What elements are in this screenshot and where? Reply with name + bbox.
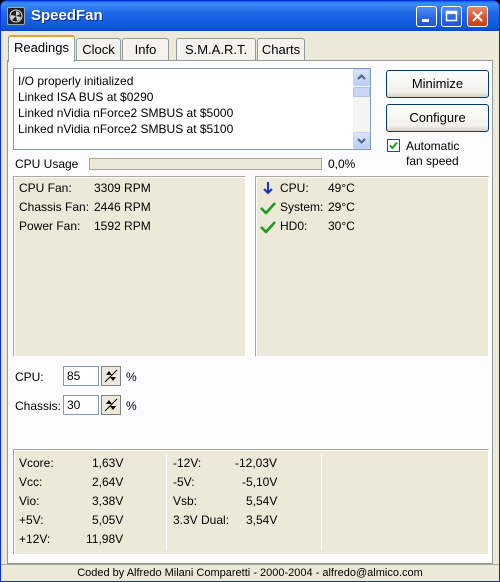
- temperatures-panel: CPU: 49°C System: 29°C HD0: 30°C: [255, 176, 489, 357]
- cpu-usage-progress-bar: [89, 158, 322, 170]
- log-line: Linked ISA BUS at $0290: [18, 90, 154, 104]
- tab-readings[interactable]: Readings: [8, 35, 75, 62]
- voltages-panel: Vcore: 1,63V Vcc: 2,64V Vio: 3,38V +5V: …: [13, 449, 489, 555]
- voltage-name: +5V:: [19, 513, 44, 527]
- voltage-name: -5V:: [173, 475, 195, 489]
- chevron-down-icon: [357, 138, 366, 144]
- automatic-fan-speed-checkbox[interactable]: [387, 139, 400, 152]
- log-line: Linked nVidia nForce2 SMBUS at $5000: [18, 106, 234, 120]
- voltage-value: -12,03V: [235, 456, 278, 470]
- voltage-name: -12V:: [173, 456, 202, 470]
- voltage-value: -5,10V: [242, 475, 278, 489]
- cpu-speed-input[interactable]: [63, 366, 99, 386]
- scroll-up-button[interactable]: [353, 69, 370, 86]
- voltage-name: Vio:: [19, 494, 40, 508]
- automatic-fan-speed-label-2: fan speed: [406, 154, 459, 168]
- check-icon: [260, 202, 276, 215]
- voltage-value: 3,54V: [246, 513, 278, 527]
- window-title: SpeedFan: [31, 7, 103, 24]
- tab-info[interactable]: Info: [122, 38, 169, 60]
- cpu-speed-label: CPU:: [15, 370, 44, 384]
- tab-label: Clock: [82, 42, 115, 57]
- speedfan-app-icon[interactable]: [7, 7, 25, 25]
- cpu-usage-value: 0,0%: [328, 157, 356, 171]
- fan-value: 2446 RPM: [94, 200, 151, 214]
- log-line: I/O properly initialized: [18, 74, 134, 88]
- temp-name: CPU:: [280, 181, 309, 195]
- minimize-button[interactable]: Minimize: [386, 70, 489, 98]
- cpu-speed-spinner[interactable]: [101, 366, 121, 386]
- fan-value: 3309 RPM: [94, 181, 151, 195]
- voltage-name: 3.3V Dual:: [173, 513, 230, 527]
- voltage-value: 1,63V: [92, 456, 124, 470]
- temp-value: 30°C: [328, 219, 355, 233]
- temp-name: HD0:: [280, 219, 308, 233]
- log-scrollbar[interactable]: [353, 69, 370, 149]
- voltage-value: 11,98V: [86, 532, 124, 546]
- chassis-speed-label: Chassis:: [15, 399, 62, 413]
- title-bar[interactable]: SpeedFan: [1, 1, 499, 31]
- log-line: Linked nVidia nForce2 SMBUS at $5100: [18, 122, 234, 136]
- speedfan-window: SpeedFan Readings Clock Info S.M.A.R.T. …: [0, 0, 500, 582]
- fan-name: Chassis Fan:: [19, 200, 90, 214]
- chevron-up-icon: [357, 74, 366, 80]
- fan-value: 1592 RPM: [94, 219, 151, 233]
- tab-clock[interactable]: Clock: [76, 38, 121, 60]
- temp-value: 49°C: [328, 181, 355, 195]
- voltage-name: +12V:: [19, 532, 51, 546]
- fans-panel: CPU Fan: 3309 RPM Chassis Fan: 2446 RPM …: [13, 176, 246, 357]
- log-listbox[interactable]: I/O properly initialized Linked ISA BUS …: [13, 68, 371, 150]
- voltage-name: Vcc:: [19, 475, 43, 489]
- temp-value: 29°C: [328, 200, 355, 214]
- tab-label: Readings: [14, 40, 69, 55]
- footer-credits: Coded by Alfredo Milani Comparetti - 200…: [77, 567, 423, 579]
- chassis-speed-unit: %: [126, 399, 137, 413]
- spinner-arrows-icon: [104, 398, 118, 412]
- tab-label: S.M.A.R.T.: [184, 42, 248, 57]
- voltage-value: 3,38V: [92, 494, 124, 508]
- tab-label: Charts: [261, 42, 301, 57]
- voltage-name: Vcore:: [19, 456, 54, 470]
- tab-charts[interactable]: Charts: [257, 38, 305, 60]
- checkmark-icon: [389, 141, 398, 150]
- down-arrow-icon: [263, 182, 273, 195]
- tab-label: Info: [134, 42, 157, 57]
- voltage-name: Vsb:: [173, 494, 198, 508]
- maximize-window-button[interactable]: [441, 6, 462, 27]
- voltage-value: 5,54V: [246, 494, 278, 508]
- fan-name: CPU Fan:: [19, 181, 72, 195]
- voltage-value: 5,05V: [92, 513, 124, 527]
- column-divider: [166, 454, 167, 550]
- voltage-value: 2,64V: [92, 475, 124, 489]
- spinner-arrows-icon: [104, 369, 118, 383]
- temp-name: System:: [280, 200, 324, 214]
- tab-smart[interactable]: S.M.A.R.T.: [176, 38, 256, 60]
- cpu-usage-label: CPU Usage: [15, 157, 79, 171]
- scroll-down-button[interactable]: [353, 132, 370, 149]
- check-icon: [260, 221, 276, 234]
- minimize-window-button[interactable]: [416, 6, 437, 27]
- fan-name: Power Fan:: [19, 219, 81, 233]
- scroll-thumb[interactable]: [353, 87, 370, 97]
- status-bar: Coded by Alfredo Milani Comparetti - 200…: [1, 564, 499, 581]
- configure-button[interactable]: Configure: [386, 104, 489, 132]
- chassis-speed-spinner[interactable]: [101, 395, 121, 415]
- cpu-speed-unit: %: [126, 370, 137, 384]
- chassis-speed-input[interactable]: [63, 395, 99, 415]
- close-window-button[interactable]: [467, 6, 488, 27]
- column-divider: [321, 454, 322, 550]
- automatic-fan-speed-label: Automatic: [406, 139, 460, 153]
